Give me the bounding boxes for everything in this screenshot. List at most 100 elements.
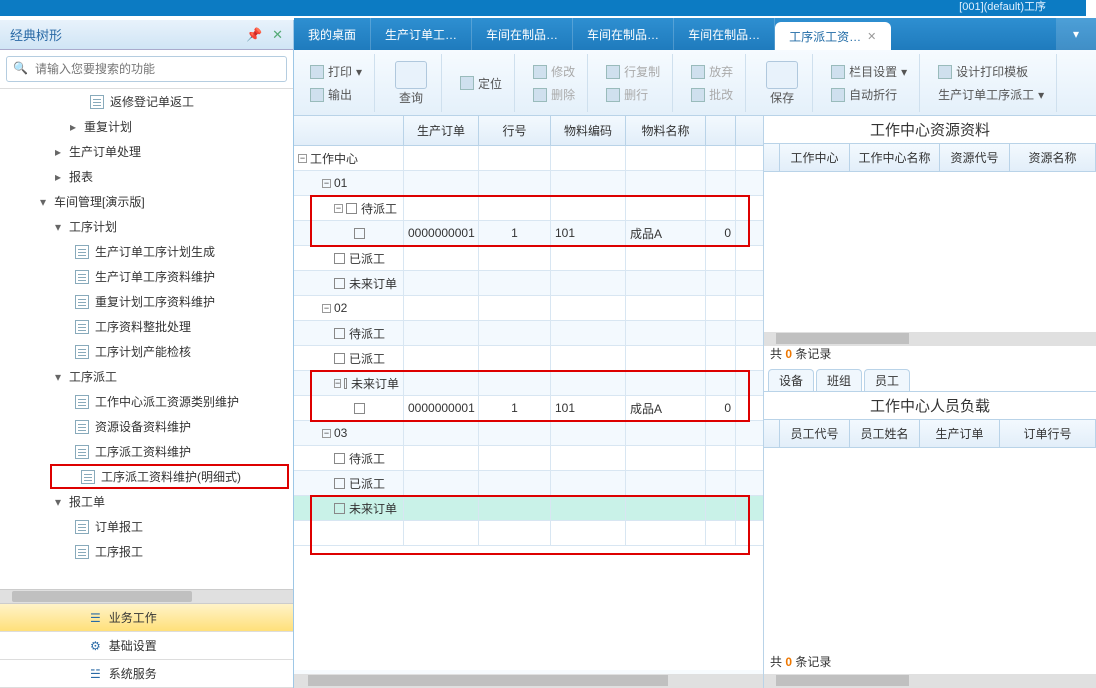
rowcopy-button[interactable]: 行复制: [602, 61, 664, 82]
abandon-button[interactable]: 放弃: [687, 61, 737, 82]
tree-node[interactable]: ▾工序派工: [55, 368, 293, 385]
tree-node[interactable]: 订单报工: [75, 518, 293, 535]
query-button[interactable]: 查询: [389, 59, 433, 108]
tree-node[interactable]: ▾车间管理[演示版]: [40, 193, 293, 210]
grid-done[interactable]: 已派工: [294, 246, 404, 270]
grid-done[interactable]: 已派工: [294, 471, 404, 495]
collapse-icon[interactable]: −: [334, 204, 343, 213]
close-icon[interactable]: ✕: [272, 27, 283, 42]
grid-group[interactable]: −01: [294, 171, 404, 195]
checkbox[interactable]: [334, 353, 345, 364]
header-material[interactable]: 物料编码: [551, 116, 626, 145]
checkbox[interactable]: [346, 203, 357, 214]
tab-production-order[interactable]: 生产订单工…: [371, 18, 472, 50]
checkbox[interactable]: [334, 328, 345, 339]
checkbox[interactable]: [334, 453, 345, 464]
tree-node[interactable]: 返修登记单返工: [90, 93, 293, 110]
grid-data-row[interactable]: [294, 221, 404, 245]
grid-scrollbar[interactable]: [294, 674, 763, 688]
sidebar-bottom-business[interactable]: ☰业务工作: [0, 604, 293, 632]
tab-wip3[interactable]: 车间在制品…: [674, 18, 775, 50]
sidebar-bottom-settings[interactable]: ⚙基础设置: [0, 632, 293, 660]
tree-node[interactable]: 工序计划产能检核: [75, 343, 293, 360]
search-input[interactable]: [35, 62, 280, 76]
subtab-device[interactable]: 设备: [768, 369, 814, 391]
tree-node[interactable]: 工作中心派工资源类别维护: [75, 393, 293, 410]
tab-desktop[interactable]: 我的桌面: [294, 18, 371, 50]
subtab-employee[interactable]: 员工: [864, 369, 910, 391]
subtab-team[interactable]: 班组: [816, 369, 862, 391]
tree-node[interactable]: 重复计划工序资料维护: [75, 293, 293, 310]
load-scrollbar[interactable]: [764, 674, 1096, 688]
grid-future-selected[interactable]: 未来订单: [294, 496, 404, 520]
checkbox[interactable]: [334, 503, 345, 514]
designtpl-button[interactable]: 设计打印模板: [934, 61, 1048, 82]
header-rescode[interactable]: 资源代号: [940, 144, 1010, 171]
prodorder-button[interactable]: 生产订单工序派工 ▾: [934, 84, 1048, 105]
header-empcode[interactable]: 员工代号: [780, 420, 850, 447]
tree-node[interactable]: 生产订单工序计划生成: [75, 243, 293, 260]
close-icon[interactable]: ✕: [867, 30, 876, 43]
tree-node-highlighted[interactable]: 工序派工资料维护(明细式): [50, 464, 289, 489]
collapse-icon[interactable]: −: [322, 179, 331, 188]
tree-node[interactable]: ▾工序计划: [55, 218, 293, 235]
tree-node[interactable]: 生产订单工序资料维护: [75, 268, 293, 285]
delete-button[interactable]: 删除: [529, 84, 579, 105]
locate-button[interactable]: 定位: [456, 73, 506, 94]
print-button[interactable]: 打印 ▾: [306, 61, 366, 82]
grid-data-row[interactable]: [294, 396, 404, 420]
approve-button[interactable]: 批改: [687, 84, 737, 105]
header-order[interactable]: 生产订单: [404, 116, 479, 145]
pin-icon[interactable]: 📌: [246, 27, 262, 42]
header-orderline[interactable]: 订单行号: [1000, 420, 1096, 447]
tab-dispatch[interactable]: 工序派工资…✕: [775, 22, 891, 50]
tree-node[interactable]: ▾报工单: [55, 493, 293, 510]
checkbox[interactable]: [334, 278, 345, 289]
columnset-button[interactable]: 栏目设置 ▾: [827, 61, 911, 82]
grid-group[interactable]: −03: [294, 421, 404, 445]
grid-future[interactable]: −未来订单: [294, 371, 404, 395]
checkbox[interactable]: [354, 228, 365, 239]
save-button[interactable]: 保存: [760, 59, 804, 108]
deleterow-button[interactable]: 删行: [602, 84, 664, 105]
nav-tree: 返修登记单返工 ▸重复计划 ▸生产订单处理 ▸报表 ▾车间管理[演示版] ▾工序…: [0, 89, 293, 559]
tree-node[interactable]: 工序报工: [75, 543, 293, 559]
header-wc[interactable]: 工作中心: [780, 144, 850, 171]
checkbox[interactable]: [334, 478, 345, 489]
header-order[interactable]: 生产订单: [920, 420, 1000, 447]
collapse-icon[interactable]: −: [322, 429, 331, 438]
header-matname[interactable]: 物料名称: [626, 116, 706, 145]
grid-wait[interactable]: −待派工: [294, 196, 404, 220]
tab-wip1[interactable]: 车间在制品…: [472, 18, 573, 50]
collapse-icon[interactable]: −: [298, 154, 307, 163]
sidebar-bottom-service[interactable]: ☱系统服务: [0, 660, 293, 688]
tree-node[interactable]: ▸报表: [55, 168, 293, 185]
checkbox[interactable]: [344, 378, 347, 389]
tree-node[interactable]: 工序资料整批处理: [75, 318, 293, 335]
modify-button[interactable]: 修改: [529, 61, 579, 82]
header-empname[interactable]: 员工姓名: [850, 420, 920, 447]
collapse-icon[interactable]: −: [322, 304, 331, 313]
tree-node[interactable]: 资源设备资料维护: [75, 418, 293, 435]
checkbox[interactable]: [354, 403, 365, 414]
tab-wip2[interactable]: 车间在制品…: [573, 18, 674, 50]
sidebar-scrollbar[interactable]: [0, 590, 293, 604]
grid-wait[interactable]: 待派工: [294, 321, 404, 345]
output-button[interactable]: 输出: [306, 84, 366, 105]
tab-dropdown[interactable]: ▾: [1056, 18, 1096, 50]
grid-tree-root[interactable]: −工作中心: [294, 146, 404, 170]
tree-node[interactable]: 工序派工资料维护: [75, 443, 293, 460]
checkbox[interactable]: [334, 253, 345, 264]
grid-group[interactable]: −02: [294, 296, 404, 320]
header-line[interactable]: 行号: [479, 116, 551, 145]
grid-wait[interactable]: 待派工: [294, 446, 404, 470]
resource-scrollbar[interactable]: [764, 332, 1096, 346]
tree-node[interactable]: ▸生产订单处理: [55, 143, 293, 160]
grid-done[interactable]: 已派工: [294, 346, 404, 370]
collapse-icon[interactable]: −: [334, 379, 341, 388]
header-resname[interactable]: 资源名称: [1010, 144, 1096, 171]
header-wcname[interactable]: 工作中心名称: [850, 144, 940, 171]
grid-future[interactable]: 未来订单: [294, 271, 404, 295]
tree-node[interactable]: ▸重复计划: [70, 118, 293, 135]
autowrap-button[interactable]: 自动折行: [827, 84, 911, 105]
